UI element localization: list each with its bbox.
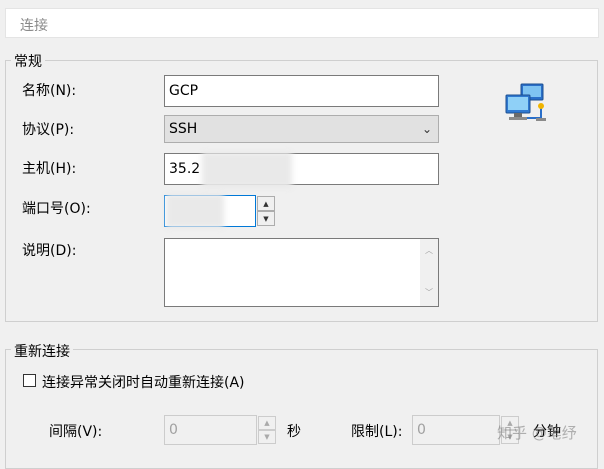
limit-label: 限制(L): bbox=[351, 424, 403, 440]
port-label: 端口号(O): bbox=[22, 201, 91, 217]
general-legend: 常规 bbox=[11, 51, 45, 71]
interval-unit: 秒 bbox=[287, 424, 301, 440]
description-label: 说明(D): bbox=[22, 243, 77, 259]
description-textarea[interactable]: ︿ ﹀ bbox=[164, 238, 439, 307]
protocol-value: SSH bbox=[169, 121, 198, 137]
port-redaction-blur bbox=[166, 194, 224, 228]
host-value: 35.2 bbox=[169, 161, 201, 177]
network-computers-icon bbox=[505, 83, 546, 121]
limit-input[interactable]: 0 bbox=[412, 415, 500, 445]
protocol-label: 协议(P): bbox=[22, 122, 75, 138]
interval-value: 0 bbox=[169, 422, 178, 438]
chevron-down-icon: ⌄ bbox=[421, 122, 432, 136]
host-label: 主机(H): bbox=[22, 161, 77, 177]
dialog-title-bar: 连接 bbox=[5, 8, 599, 38]
reconnect-group bbox=[5, 349, 598, 469]
interval-spin-up[interactable]: ▲ bbox=[258, 416, 276, 430]
interval-input[interactable]: 0 bbox=[164, 415, 257, 445]
name-label: 名称(N): bbox=[22, 83, 77, 99]
limit-value: 0 bbox=[417, 422, 426, 438]
reconnect-legend: 重新连接 bbox=[11, 341, 73, 361]
protocol-select[interactable]: SSH ⌄ bbox=[164, 115, 439, 143]
port-spin-down[interactable]: ▼ bbox=[257, 211, 275, 226]
port-spin-up[interactable]: ▲ bbox=[257, 196, 275, 211]
scroll-up-icon[interactable]: ︿ bbox=[425, 245, 433, 256]
auto-reconnect-label[interactable]: 连接异常关闭时自动重新连接(A) bbox=[42, 372, 245, 392]
scroll-down-icon[interactable]: ﹀ bbox=[425, 287, 433, 298]
name-input[interactable]: GCP bbox=[164, 75, 439, 107]
auto-reconnect-checkbox[interactable] bbox=[23, 374, 36, 387]
dialog-title: 连接 bbox=[20, 18, 48, 34]
interval-spin-down[interactable]: ▼ bbox=[258, 430, 276, 444]
name-value: GCP bbox=[169, 83, 199, 99]
redaction-blur bbox=[202, 152, 292, 188]
interval-label: 间隔(V): bbox=[49, 424, 103, 440]
description-scrollbar[interactable]: ︿ ﹀ bbox=[420, 239, 438, 306]
watermark: 知乎 @笔纾 bbox=[497, 424, 577, 442]
